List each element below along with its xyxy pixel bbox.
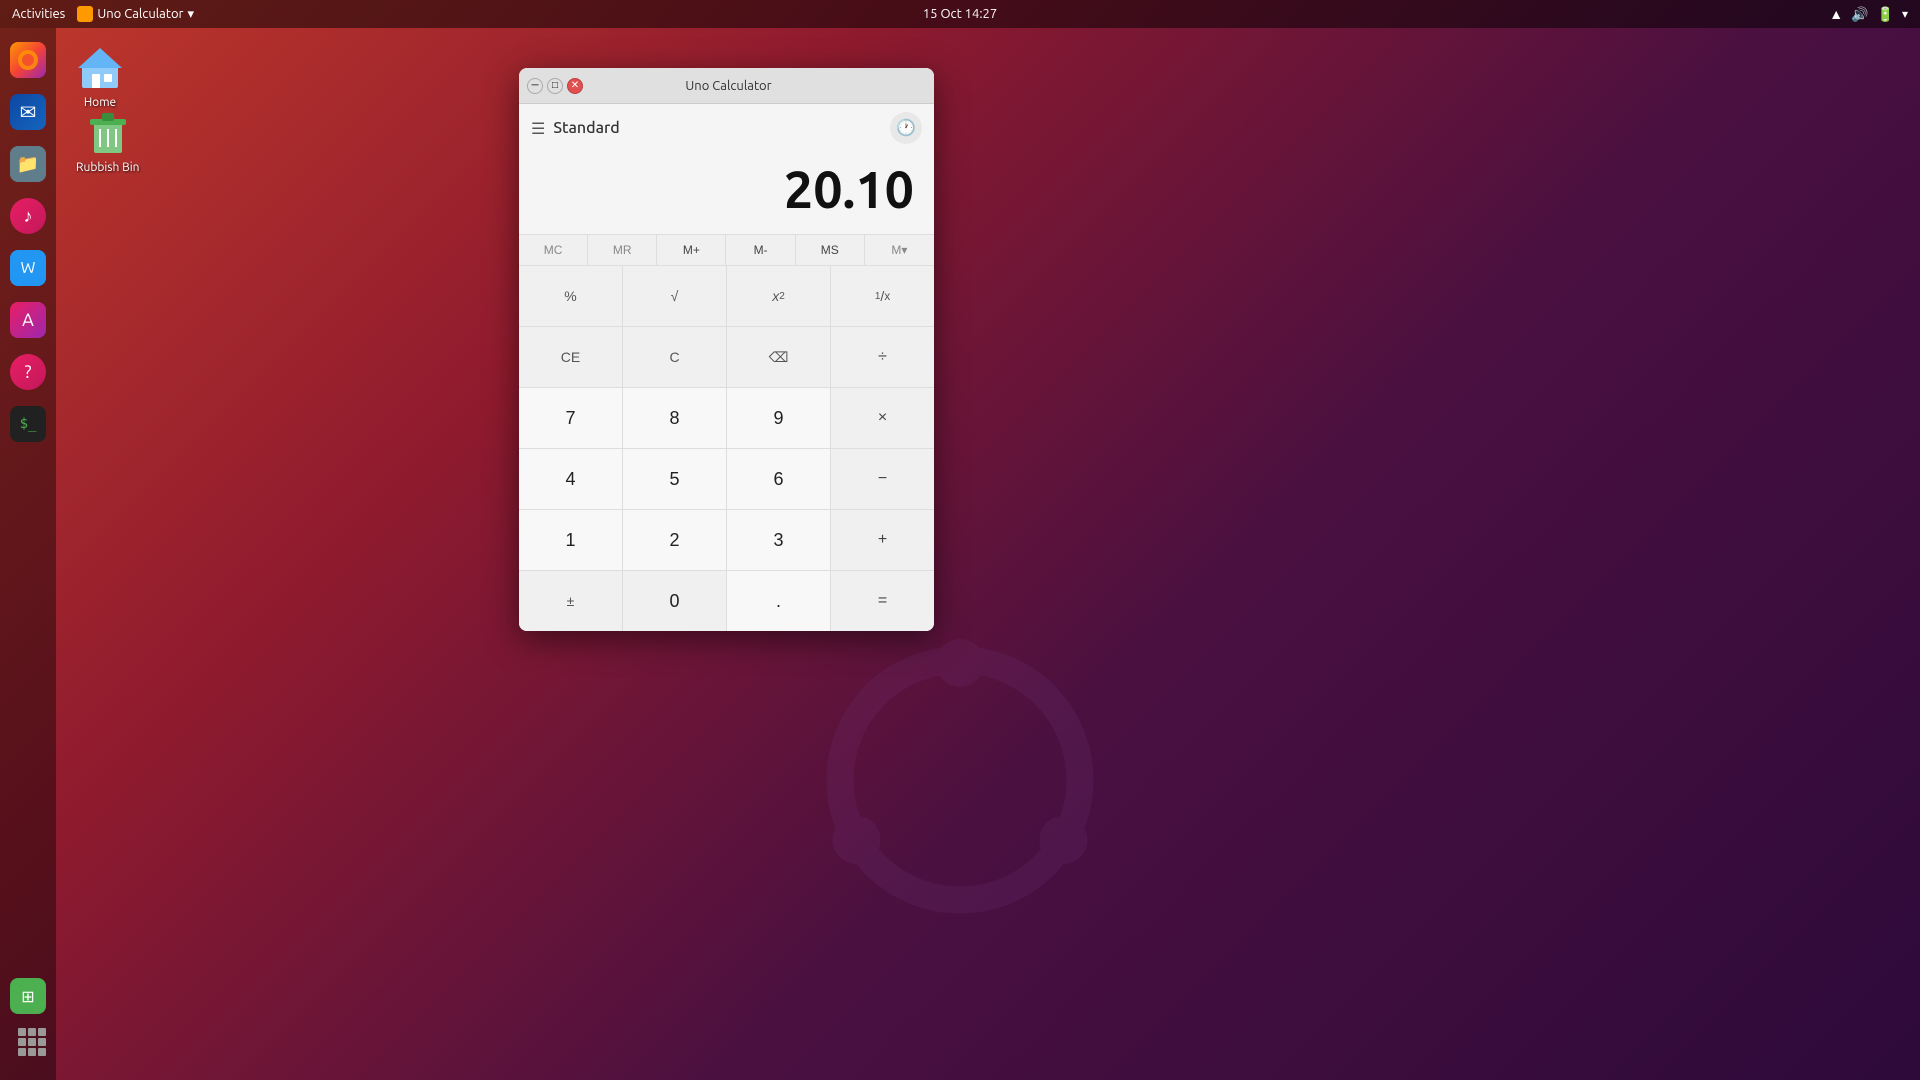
calculator-header: ☰ Standard 🕐 xyxy=(519,104,934,152)
dock-item-thunderbird[interactable]: ✉ xyxy=(4,88,52,136)
three-button[interactable]: 3 xyxy=(727,510,830,570)
volume-icon: 🔊 xyxy=(1851,6,1868,23)
dock-item-terminal[interactable]: $_ xyxy=(4,400,52,448)
appstore-icon: A xyxy=(10,302,46,338)
seven-button[interactable]: 7 xyxy=(519,388,622,448)
divide-button[interactable]: ÷ xyxy=(831,327,934,387)
desktop-icon-rubbish-bin[interactable]: Rubbish Bin xyxy=(72,105,143,178)
dock-item-appstore[interactable]: A xyxy=(4,296,52,344)
five-button[interactable]: 5 xyxy=(623,449,726,509)
multiply-button[interactable]: × xyxy=(831,388,934,448)
equals-button[interactable]: = xyxy=(831,571,934,631)
two-button[interactable]: 2 xyxy=(623,510,726,570)
rubbish-bin-label: Rubbish Bin xyxy=(76,161,139,174)
topbar-datetime: 15 Oct 14:27 xyxy=(923,7,997,21)
desktop-logo xyxy=(810,630,1110,930)
decimal-button[interactable]: . xyxy=(727,571,830,631)
battery-icon: 🔋 xyxy=(1877,6,1894,23)
app-indicator-name: Uno Calculator xyxy=(97,7,183,21)
home-icon xyxy=(76,44,124,92)
plusminus-button[interactable]: ± xyxy=(519,571,622,631)
dock-item-files[interactable]: 📁 xyxy=(4,140,52,188)
calculator-body: ☰ Standard 🕐 20.10 MC MR M+ M- MS M▾ % √… xyxy=(519,104,934,631)
dock-item-calc[interactable]: ⊞ xyxy=(4,972,52,1020)
firefox-icon xyxy=(10,42,46,78)
app-indicator-icon xyxy=(77,6,93,22)
app-indicator[interactable]: Uno Calculator ▾ xyxy=(77,6,194,22)
terminal-icon: $_ xyxy=(10,406,46,442)
one-button[interactable]: 1 xyxy=(519,510,622,570)
inverse-button[interactable]: 1/x xyxy=(831,266,934,326)
display-value: 20.10 xyxy=(784,160,914,218)
memory-store-button[interactable]: MS xyxy=(796,235,865,265)
calculator-display: 20.10 xyxy=(519,152,934,234)
dock-item-rhythmbox[interactable]: ♪ xyxy=(4,192,52,240)
files-icon: 📁 xyxy=(10,146,46,182)
writer-icon: W xyxy=(10,250,46,286)
sqrt-button[interactable]: √ xyxy=(623,266,726,326)
topbar-right: ▲ 🔊 🔋 ▾ xyxy=(1829,6,1908,23)
square-button[interactable]: x2 xyxy=(727,266,830,326)
libreoffice-calc-icon: ⊞ xyxy=(10,978,46,1014)
memory-clear-button[interactable]: MC xyxy=(519,235,588,265)
six-button[interactable]: 6 xyxy=(727,449,830,509)
four-button[interactable]: 4 xyxy=(519,449,622,509)
topbar: Activities Uno Calculator ▾ 15 Oct 14:27… xyxy=(0,0,1920,28)
subtract-button[interactable]: − xyxy=(831,449,934,509)
activities-label[interactable]: Activities xyxy=(12,7,65,21)
dock-item-firefox[interactable] xyxy=(4,36,52,84)
button-grid: % √ x2 1/x CE C ⌫ ÷ 7 8 9 × 4 5 6 − 1 2 … xyxy=(519,265,934,631)
rubbish-bin-icon xyxy=(84,109,132,157)
ce-button[interactable]: CE xyxy=(519,327,622,387)
dock-item-writer[interactable]: W xyxy=(4,244,52,292)
memory-row: MC MR M+ M- MS M▾ xyxy=(519,234,934,265)
calculator-titlebar: ─ □ ✕ Uno Calculator xyxy=(519,68,934,104)
dock-item-help[interactable]: ? xyxy=(4,348,52,396)
calculator-mode: Standard xyxy=(553,119,619,137)
zero-button[interactable]: 0 xyxy=(623,571,726,631)
backspace-button[interactable]: ⌫ xyxy=(727,327,830,387)
percent-button[interactable]: % xyxy=(519,266,622,326)
desktop-icon-home[interactable]: Home xyxy=(72,40,128,113)
memory-subtract-button[interactable]: M- xyxy=(726,235,795,265)
topbar-left: Activities Uno Calculator ▾ xyxy=(12,6,194,22)
wifi-icon: ▲ xyxy=(1829,6,1843,22)
memory-add-button[interactable]: M+ xyxy=(657,235,726,265)
history-button[interactable]: 🕐 xyxy=(890,112,922,144)
system-menu-icon[interactable]: ▾ xyxy=(1902,7,1908,21)
add-button[interactable]: + xyxy=(831,510,934,570)
thunderbird-icon: ✉ xyxy=(10,94,46,130)
dock: ✉ 📁 ♪ W A ? $_ ⊞ xyxy=(0,28,56,1080)
help-icon: ? xyxy=(10,354,46,390)
nine-button[interactable]: 9 xyxy=(727,388,830,448)
app-indicator-arrow: ▾ xyxy=(187,7,194,22)
rhythmbox-icon: ♪ xyxy=(10,198,46,234)
calculator-window: ─ □ ✕ Uno Calculator ☰ Standard 🕐 20.10 … xyxy=(519,68,934,631)
hamburger-menu-icon[interactable]: ☰ xyxy=(531,119,545,138)
calculator-title: Uno Calculator xyxy=(531,79,926,93)
eight-button[interactable]: 8 xyxy=(623,388,726,448)
c-button[interactable]: C xyxy=(623,327,726,387)
memory-menu-button[interactable]: M▾ xyxy=(865,235,934,265)
memory-recall-button[interactable]: MR xyxy=(588,235,657,265)
